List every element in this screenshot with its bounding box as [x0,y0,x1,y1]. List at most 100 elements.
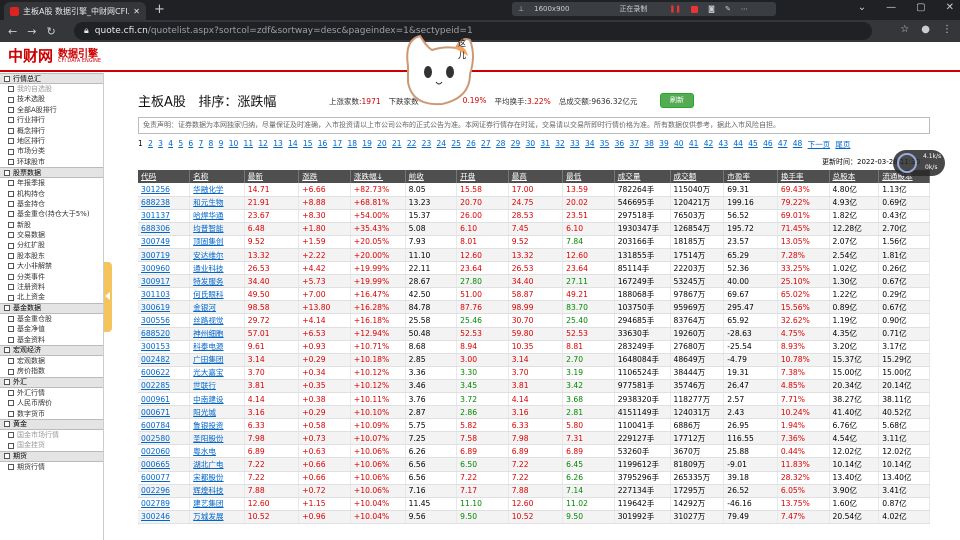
page-link[interactable]: 37 [629,139,639,150]
page-link[interactable]: 32 [555,139,565,150]
page-link[interactable]: 11 [244,139,254,150]
page-link[interactable]: 下一页 [808,139,831,150]
stock-code-link[interactable]: 300917 [138,274,191,289]
more-icon[interactable]: ⋯ [741,5,748,13]
page-link[interactable]: 36 [615,139,625,150]
sidebar-item[interactable]: 交易数据 [0,230,103,240]
page-link[interactable]: 8 [209,139,214,150]
sidebar-item[interactable]: 国金市场行情 [0,430,103,440]
collapse-box-icon[interactable] [4,305,10,312]
table-row[interactable]: 300153 科泰电源 9.61 +0.93 +10.71% 8.68 8.94 10.35 8… [138,340,930,354]
page-link[interactable]: 3 [158,139,163,150]
page-link[interactable]: 19 [362,139,372,150]
sidebar-item[interactable]: 大小非解禁 [0,261,103,271]
stock-code-link[interactable]: 000961 [138,392,191,407]
sidebar-item[interactable]: 基金资料 [0,335,103,345]
column-header[interactable]: 涨跌 [298,170,351,183]
stock-code-link[interactable]: 300246 [138,510,191,524]
stock-code-link[interactable]: 688520 [138,327,191,341]
stock-name-link[interactable]: 中南建设 [189,392,245,407]
stock-name-link[interactable]: 阳光城 [189,405,245,420]
stock-name-link[interactable]: 何氏眼科 [189,287,245,302]
collapse-box-icon[interactable] [4,453,10,460]
table-row[interactable]: 300556 丝路视觉 29.72 +4.14 +16.18% 25.58 25.46 30.… [138,313,930,328]
page-link[interactable]: 5 [178,139,183,150]
stock-code-link[interactable]: 002296 [138,484,191,498]
back-icon[interactable]: ← [8,25,17,38]
table-row[interactable]: 002482 广田集团 3.14 +0.29 +10.18% 2.85 3.00 3.14 2.… [138,353,930,367]
page-link[interactable]: 21 [392,139,402,150]
stock-name-link[interactable]: 特发服务 [189,274,245,289]
tab-close-icon[interactable]: ✕ [133,7,140,16]
stock-code-link[interactable]: 300719 [138,248,191,263]
page-link[interactable]: 13 [273,139,283,150]
column-header[interactable]: 名称 [189,170,245,183]
stock-name-link[interactable]: 丝路视觉 [189,313,245,328]
table-row[interactable]: 300719 安达维尔 13.32 +2.22 +20.00% 11.10 12.60 13.… [138,248,930,263]
table-row[interactable]: 300246 万城发展 10.52 +0.96 +10.04% 9.56 9.50 10.52… [138,510,930,524]
column-header[interactable]: 市盈率 [723,170,778,183]
sidebar-item[interactable]: 股本股东 [0,251,103,261]
page-link[interactable]: 1 [138,139,143,150]
page-link[interactable]: 43 [719,139,729,150]
sidebar-item[interactable]: 新股 [0,220,103,230]
page-link[interactable]: 17 [333,139,343,150]
column-header[interactable]: 成交额 [670,170,725,183]
page-link[interactable]: 30 [526,139,536,150]
stock-name-link[interactable]: 广田集团 [189,353,245,367]
stock-code-link[interactable]: 300619 [138,300,191,315]
page-link[interactable]: 9 [219,139,224,150]
page-link[interactable]: 尾页 [835,139,850,150]
page-link[interactable]: 33 [570,139,580,150]
stock-code-link[interactable]: 002789 [138,497,191,511]
page-link[interactable]: 48 [793,139,803,150]
stock-code-link[interactable]: 600622 [138,366,191,380]
page-link[interactable]: 23 [422,139,432,150]
page-link[interactable]: 14 [288,139,298,150]
column-header[interactable]: 最低 [562,170,615,183]
page-link[interactable]: 4 [168,139,173,150]
collapse-box-icon[interactable] [4,421,10,428]
sidebar-item[interactable]: 国金挂货 [0,440,103,450]
stock-name-link[interactable]: 科泰电源 [189,340,245,354]
menu-icon[interactable]: ⋮ [942,24,952,35]
stock-code-link[interactable]: 000665 [138,457,191,472]
stock-name-link[interactable]: 圣阳股份 [189,431,245,446]
column-header[interactable]: 开盘 [456,170,509,183]
sidebar-section[interactable]: 宏观经济 [0,344,103,356]
sidebar-section[interactable]: 期货 [0,450,103,462]
stock-name-link[interactable]: 宋都股份 [189,471,245,485]
page-link[interactable]: 6 [188,139,193,150]
site-logo[interactable]: 中财网 [8,45,53,66]
stock-name-link[interactable]: 建艺集团 [189,497,245,511]
page-link[interactable]: 24 [437,139,447,150]
stock-name-link[interactable]: 辉煌科技 [189,484,245,498]
sidebar-item[interactable]: 行业排行 [0,115,103,125]
sidebar-item[interactable]: 环球股市 [0,157,103,167]
page-link[interactable]: 47 [778,139,788,150]
stock-code-link[interactable]: 300960 [138,261,191,276]
tab-search-icon[interactable]: ⌄ [858,2,866,13]
page-link[interactable]: 39 [659,139,669,150]
sidebar-item[interactable]: 数字货币 [0,409,103,419]
sidebar-item[interactable]: 人民币牌价 [0,398,103,408]
sidebar-item[interactable]: 机构持仓 [0,189,103,199]
column-header[interactable]: 涨跌幅↓ [350,170,406,183]
maximize-icon[interactable]: ▢ [916,2,925,13]
sidebar-section[interactable]: 基金数据 [0,302,103,314]
table-row[interactable]: 000961 中南建设 4.14 +0.38 +10.11% 3.76 3.72 4.14 3.… [138,392,930,407]
sidebar-item[interactable]: 全部A股排行 [0,105,103,115]
stock-name-link[interactable]: 和元生物 [189,196,245,210]
page-link[interactable]: 26 [466,139,476,150]
star-icon[interactable]: ☆ [900,24,909,35]
sidebar-section[interactable]: 外汇 [0,376,103,388]
forward-icon[interactable]: → [27,25,36,38]
table-row[interactable]: 688520 神州细胞 57.01 +6.53 +12.94% 50.48 52.53 59.… [138,327,930,341]
new-tab-icon[interactable]: + [154,2,165,17]
pen-icon[interactable]: ✎ [725,5,731,13]
column-header[interactable]: 最高 [508,170,564,183]
sidebar-item[interactable]: 市场分类 [0,146,103,156]
table-row[interactable]: 300619 金银河 98.58 +13.80 +16.28% 84.78 87.76 98.… [138,300,930,315]
pin-icon[interactable]: ⊥ [518,5,524,13]
column-header[interactable]: 总股本 [829,170,880,183]
